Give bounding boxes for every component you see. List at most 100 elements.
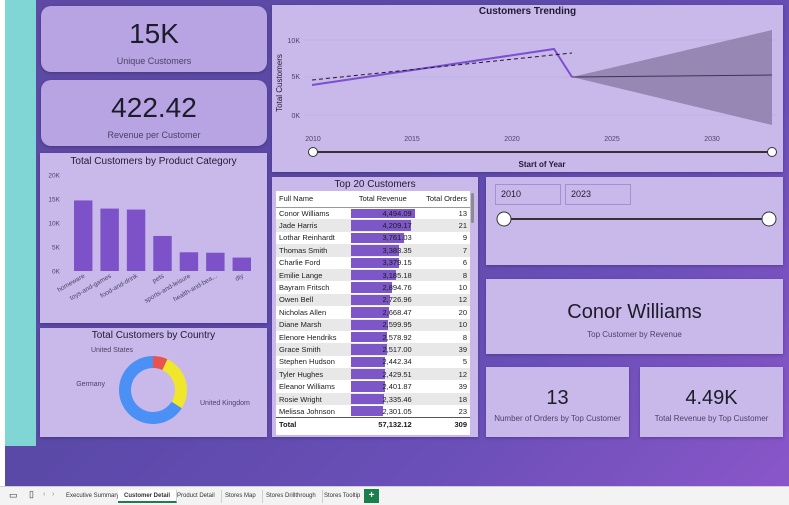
table-row[interactable]: Jade Harris 4,209.17 21 [276,219,470,232]
scroll-left-icon[interactable]: ‹ [43,491,45,498]
trend-y-title: Total Customers [275,54,284,112]
col-total-revenue[interactable]: Total Revenue [350,191,415,208]
cell-total-orders: 12 [414,293,470,307]
cell-full-name: Tyler Hughes [276,368,351,381]
category-chart-panel[interactable]: Total Customers by Product Category 20K 1… [40,153,267,323]
trend-x-tick: 2015 [404,136,420,143]
trend-x-tick: 2025 [604,136,620,143]
top20-table-panel[interactable]: Top 20 Customers Full Name Total Revenue… [272,177,478,437]
trend-slider-handle-end[interactable] [767,147,777,157]
trend-slider-handle-start[interactable] [308,147,318,157]
top20-table-body: Full Name Total Revenue Total Orders Con… [276,191,474,435]
cell-total-orders: 23 [458,406,467,416]
year-slider-handle-end[interactable] [761,211,777,227]
table-row[interactable]: Emilie Lange 3,185.18 8 [276,268,470,282]
tab-stores-drillthrough[interactable]: Stores Drillthrough [260,490,323,503]
table-row[interactable]: Conor Williams 4,494.09 13 [276,207,470,219]
cell-total-orders: 10 [414,318,470,331]
scroll-right-icon[interactable]: › [52,491,54,498]
year-start-input[interactable]: 2010 [495,184,561,205]
customers-trending-panel[interactable]: Customers Trending Total Customers 10K 5… [272,5,783,172]
cell-full-name: Conor Williams [279,208,330,218]
cell-total-revenue: 2,335.46 [350,392,415,406]
revenue-bar [350,393,385,405]
year-end-input[interactable]: 2023 [565,184,631,205]
cell-total-orders: 18 [414,392,470,406]
cell-full-name: Nicholas Allen [279,307,327,317]
mobile-view-icon[interactable]: ▯ [29,489,34,500]
category-y-tick: 0K [52,269,61,276]
table-row[interactable]: Eleanor Williams 2,401.87 39 [276,380,470,392]
tab-stores-tooltip[interactable]: Stores Tooltip [318,490,368,503]
category-bar-chart: 20K15K10K5K0Khomewaretoys-and-gamesfood-… [48,173,251,305]
country-slice[interactable] [162,359,187,409]
cell-full-name: Thomas Smith [276,244,351,257]
cell-total-orders: 6 [462,258,467,268]
desktop-view-icon[interactable]: ▭ [9,490,18,501]
tab-executive-summary[interactable]: Executive Summary [60,490,127,503]
table-row[interactable]: Stephen Hudson 2,442.34 5 [276,356,470,368]
table-row[interactable]: Diane Marsh 2,599.95 10 [276,318,470,331]
cell-total-orders: 7 [414,244,470,257]
tab-customer-detail[interactable]: Customer Detail [118,490,178,503]
table-row[interactable]: Owen Bell 2,726.96 12 [276,293,470,307]
category-bar[interactable] [100,208,119,271]
cell-total-revenue-value: 2,301.05 [382,406,412,416]
revenue-per-customer-card[interactable]: 422.42 Revenue per Customer [41,80,267,146]
category-bar[interactable] [206,252,225,271]
cell-full-name: Diane Marsh [276,318,351,331]
unique-customers-card[interactable]: 15K Unique Customers [41,6,267,72]
table-row[interactable]: Rosie Wright 2,335.46 18 [276,392,470,406]
cell-total-orders: 9 [462,233,467,243]
trend-x-title: Start of Year [519,160,566,169]
category-bar[interactable] [74,200,93,271]
cell-total-orders: 8 [414,268,470,282]
revenue-top-customer-card[interactable]: 4.49K Total Revenue by Top Customer [640,367,783,437]
cell-total-revenue: 2,401.87 [350,380,415,392]
unique-customers-value: 15K [129,18,179,49]
revenue-bar [350,369,386,380]
cell-total-orders: 13 [458,208,467,218]
table-scrollbar[interactable] [471,193,474,223]
table-row[interactable]: Nicholas Allen 2,668.47 20 [276,306,470,318]
trend-y-tick: 0K [291,113,300,120]
category-y-tick: 10K [48,221,60,228]
orders-top-customer-card[interactable]: 13 Number of Orders by Top Customer [486,367,629,437]
category-bar[interactable] [179,252,199,271]
top-customer-value: Conor Williams [567,301,702,323]
tab-product-detail[interactable]: Product Detail [171,490,222,503]
cell-full-name: Eleanor Williams [279,382,335,392]
cell-total-revenue-value: 2,401.87 [382,382,412,392]
category-bar[interactable] [153,235,172,271]
cell-total-revenue: 2,578.92 [350,331,415,343]
col-total-orders[interactable]: Total Orders [414,191,470,208]
add-page-button[interactable]: + [364,489,379,503]
table-total-row: Total 57,132.12 309 [276,417,470,432]
col-full-name[interactable]: Full Name [276,191,351,208]
table-row[interactable]: Grace Smith 2,517.00 39 [276,343,470,356]
tab-stores-map[interactable]: Stores Map [219,490,263,503]
category-bar[interactable] [126,209,146,271]
table-row[interactable]: Elenore Hendriks 2,578.92 8 [276,331,470,343]
table-row[interactable]: Lothar Reinhardt 3,761.03 9 [276,232,470,244]
revenue-per-customer-value: 422.42 [111,92,197,123]
table-row[interactable]: Charlie Ford 3,379.15 6 [276,257,470,269]
total-orders: 309 [414,417,470,432]
table-row[interactable]: Bayram Fritsch 2,894.76 10 [276,281,470,293]
table-row[interactable]: Thomas Smith 3,383.35 7 [276,244,470,257]
top-customer-card[interactable]: Conor Williams Top Customer by Revenue [486,279,783,354]
country-chart-panel[interactable]: Total Customers by Country United States… [40,328,267,437]
cell-total-revenue: 2,442.34 [350,356,415,368]
year-range-slider[interactable] [486,205,783,245]
cell-total-orders: 39 [414,343,470,356]
cell-total-revenue-value: 2,894.76 [382,283,412,293]
table-row[interactable]: Melissa Johnson 2,301.05 23 [276,405,470,417]
trend-x-tick: 2030 [704,136,720,143]
cell-total-revenue-value: 3,185.18 [382,270,412,280]
table-row[interactable]: Tyler Hughes 2,429.51 12 [276,368,470,381]
trend-y-tick: 10K [288,38,301,45]
category-bar[interactable] [232,257,251,271]
year-slider-handle-start[interactable] [496,211,512,227]
total-label: Total [276,417,351,432]
trend-x-tick: 2010 [305,136,321,143]
